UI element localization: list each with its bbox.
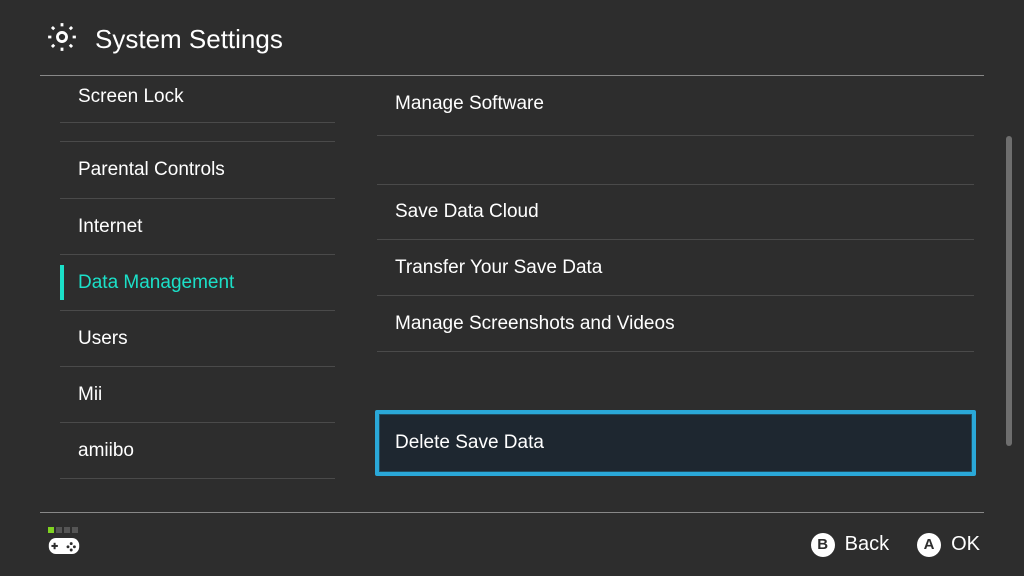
- sidebar-divider: [60, 478, 335, 479]
- sidebar-item-internet[interactable]: Internet: [60, 198, 335, 254]
- gear-icon: [45, 20, 79, 59]
- footer-bar: B Back A OK: [40, 512, 984, 576]
- main-scrollbar[interactable]: [1006, 136, 1012, 446]
- ok-label: OK: [951, 533, 980, 556]
- a-button-icon: A: [917, 533, 941, 557]
- sidebar-item-label: Parental Controls: [78, 159, 225, 181]
- sidebar-item-amiibo[interactable]: amiibo: [60, 422, 335, 478]
- main-item-delete-save-data[interactable]: Delete Save Data: [375, 410, 976, 476]
- controller-icon: [48, 535, 80, 562]
- back-button[interactable]: B Back: [811, 533, 889, 557]
- main-item-manage-screenshots-videos[interactable]: Manage Screenshots and Videos: [377, 296, 974, 352]
- player-indicator-dots: [48, 527, 78, 533]
- footer-hints: B Back A OK: [811, 533, 984, 557]
- back-label: Back: [845, 533, 889, 556]
- settings-main-panel: Manage Software Save Data Cloud Transfer…: [335, 72, 1024, 512]
- settings-header: System Settings: [0, 0, 1024, 75]
- b-button-icon: B: [811, 533, 835, 557]
- settings-sidebar: Screen Lock Parental Controls Internet D…: [0, 72, 335, 512]
- main-item-transfer-save-data[interactable]: Transfer Your Save Data: [377, 240, 974, 296]
- sidebar-item-data-management[interactable]: Data Management: [60, 254, 335, 310]
- sidebar-gap: [60, 123, 335, 141]
- main-item-label: Manage Software: [395, 93, 544, 115]
- page-title: System Settings: [95, 24, 283, 55]
- sidebar-item-screen-lock[interactable]: Screen Lock: [60, 72, 335, 122]
- main-item-manage-software[interactable]: Manage Software: [377, 72, 974, 136]
- sidebar-item-label: amiibo: [78, 440, 134, 462]
- sidebar-item-users[interactable]: Users: [60, 310, 335, 366]
- sidebar-item-label: Mii: [78, 384, 102, 406]
- main-item-save-data-cloud[interactable]: Save Data Cloud: [377, 184, 974, 240]
- main-group-save: Save Data Cloud Transfer Your Save Data …: [377, 184, 974, 352]
- main-item-label: Manage Screenshots and Videos: [395, 313, 675, 335]
- controller-indicator: [40, 527, 80, 562]
- sidebar-item-label: Users: [78, 328, 128, 350]
- sidebar-item-label: Data Management: [78, 272, 234, 294]
- sidebar-item-label: Screen Lock: [78, 86, 184, 108]
- main-item-label: Delete Save Data: [395, 432, 544, 454]
- content-area: Screen Lock Parental Controls Internet D…: [0, 72, 1024, 512]
- main-group-delete: Delete Save Data: [377, 410, 974, 476]
- ok-button[interactable]: A OK: [917, 533, 980, 557]
- sidebar-item-mii[interactable]: Mii: [60, 366, 335, 422]
- sidebar-item-label: Internet: [78, 216, 142, 238]
- sidebar-item-parental-controls[interactable]: Parental Controls: [60, 142, 335, 198]
- main-item-label: Save Data Cloud: [395, 201, 539, 223]
- main-item-label: Transfer Your Save Data: [395, 257, 602, 279]
